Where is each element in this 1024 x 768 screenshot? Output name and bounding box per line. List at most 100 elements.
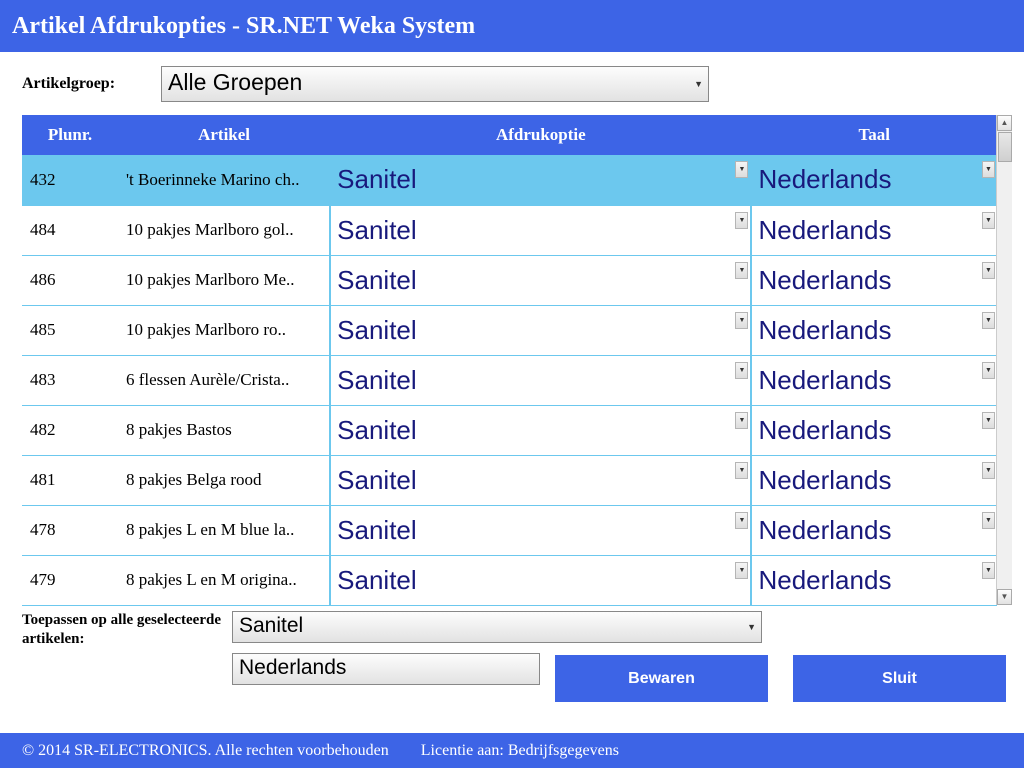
chevron-down-icon[interactable]: ▼: [735, 562, 748, 579]
cell-afdrukoptie[interactable]: Sanitel ▼: [330, 555, 751, 605]
cell-taal[interactable]: Nederlands▼: [751, 505, 997, 555]
vertical-scrollbar[interactable]: ▲ ▼: [996, 115, 1012, 605]
col-header-plunr[interactable]: Plunr.: [22, 115, 118, 155]
col-header-artikel[interactable]: Artikel: [118, 115, 330, 155]
cell-taal[interactable]: Nederlands ▼: [751, 255, 997, 305]
cell-afdrukoptie[interactable]: Sanitel ▼: [330, 355, 751, 405]
apply-taal-select[interactable]: Nederlands: [232, 653, 540, 685]
article-table: Plunr. Artikel Afdrukoptie Taal 432't Bo…: [22, 115, 997, 606]
table-row[interactable]: 4818 pakjes Belga roodSanitel▼Nederlands…: [22, 455, 997, 505]
table-row[interactable]: 48610 pakjes Marlboro Me..Sanitel▼Nederl…: [22, 255, 997, 305]
cell-taal[interactable]: Nederlands▼: [751, 355, 997, 405]
table-row[interactable]: 4788 pakjes L en M blue la..Sanitel ▼Nede…: [22, 505, 997, 555]
cell-taal[interactable]: Nederlands ▼: [751, 555, 997, 605]
cell-afdrukoptie[interactable]: Sanitel ▼: [330, 455, 751, 505]
chevron-down-icon[interactable]: ▼: [982, 161, 995, 178]
chevron-down-icon[interactable]: ▼: [735, 161, 748, 178]
cell-plunr: 483: [22, 355, 118, 405]
apply-label: Toepassen op alle geselecteerde artikele…: [22, 611, 222, 649]
cell-afdrukoptie[interactable]: Sanitel ▼: [330, 305, 751, 355]
cell-taal[interactable]: Nederlands▼: [751, 155, 997, 205]
scroll-thumb[interactable]: [998, 132, 1012, 162]
chevron-down-icon[interactable]: ▼: [982, 562, 995, 579]
table-header-row: Plunr. Artikel Afdrukoptie Taal: [22, 115, 997, 155]
chevron-down-icon[interactable]: ▼: [982, 512, 995, 529]
window-title-bar: Artikel Afdrukopties - SR.NET Weka Syste…: [0, 0, 1024, 52]
cell-afdrukoptie[interactable]: Sanitel ▼: [330, 155, 751, 205]
footer-license: Licentie aan: Bedrijfsgegevens: [421, 742, 619, 760]
cell-afdrukoptie[interactable]: Sanitel ▼: [330, 405, 751, 455]
chevron-down-icon[interactable]: ▼: [982, 262, 995, 279]
taal-value: Nederlands: [758, 415, 891, 446]
chevron-down-icon[interactable]: ▼: [982, 412, 995, 429]
artikelgroep-select[interactable]: Alle Groepen: [161, 66, 709, 102]
apply-afdrukoptie-value: Sanitel: [239, 614, 303, 637]
cell-afdrukoptie[interactable]: Sanitel ▼: [330, 255, 751, 305]
afdrukoptie-value: Sanitel: [337, 215, 417, 246]
cell-plunr: 479: [22, 555, 118, 605]
cell-artikel: 8 pakjes L en M origina..: [118, 555, 330, 605]
afdrukoptie-value: Sanitel: [337, 565, 417, 596]
cell-artikel: 8 pakjes L en M blue la..: [118, 505, 330, 555]
artikelgroep-label: Artikelgroep:: [22, 75, 115, 93]
filter-row: Artikelgroep: Alle Groepen ▼: [0, 52, 1024, 115]
taal-value: Nederlands: [758, 215, 891, 246]
chevron-down-icon[interactable]: ▼: [735, 512, 748, 529]
cell-afdrukoptie[interactable]: Sanitel ▼: [330, 205, 751, 255]
afdrukoptie-value: Sanitel: [337, 365, 417, 396]
table-row[interactable]: 48510 pakjes Marlboro ro..Sanitel ▼Nederl…: [22, 305, 997, 355]
cell-plunr: 478: [22, 505, 118, 555]
apply-afdrukoptie-select[interactable]: Sanitel: [232, 611, 762, 643]
footer-copyright: © 2014 SR-ELECTRONICS. Alle rechten voor…: [22, 742, 389, 760]
chevron-down-icon[interactable]: ▼: [982, 362, 995, 379]
chevron-down-icon[interactable]: ▼: [982, 462, 995, 479]
cell-artikel: 10 pakjes Marlboro Me..: [118, 255, 330, 305]
table-row[interactable]: 4828 pakjes BastosSanitel ▼ Nederlands ▼: [22, 405, 997, 455]
save-button[interactable]: Bewaren: [555, 655, 768, 702]
table-row[interactable]: 432't Boerinneke Marino ch..Sanitel▼Nede…: [22, 155, 997, 205]
chevron-down-icon[interactable]: ▼: [982, 212, 995, 229]
table-row[interactable]: 4836 flessen Aurèle/Crista..Sanitel ▼Nede…: [22, 355, 997, 405]
chevron-down-icon[interactable]: ▼: [735, 312, 748, 329]
afdrukoptie-value: Sanitel: [337, 315, 417, 346]
cell-plunr: 482: [22, 405, 118, 455]
afdrukoptie-value: Sanitel: [337, 265, 417, 296]
chevron-down-icon[interactable]: ▼: [735, 362, 748, 379]
cell-plunr: 484: [22, 205, 118, 255]
cell-artikel: 10 pakjes Marlboro ro..: [118, 305, 330, 355]
action-buttons: Bewaren Sluit: [555, 655, 1006, 702]
col-header-taal[interactable]: Taal: [751, 115, 997, 155]
chevron-down-icon[interactable]: ▼: [735, 412, 748, 429]
apply-taal-value: Nederlands: [239, 656, 346, 679]
afdrukoptie-value: Sanitel: [337, 415, 417, 446]
cell-artikel: 10 pakjes Marlboro gol..: [118, 205, 330, 255]
table-row[interactable]: 4798 pakjes L en M origina..Sanitel▼Nede…: [22, 555, 997, 605]
col-header-afdrukoptie[interactable]: Afdrukoptie: [330, 115, 751, 155]
afdrukoptie-value: Sanitel: [337, 465, 417, 496]
cell-afdrukoptie[interactable]: Sanitel ▼: [330, 505, 751, 555]
taal-value: Nederlands: [758, 465, 891, 496]
table-row[interactable]: 48410 pakjes Marlboro gol..Sanitel▼Neder…: [22, 205, 997, 255]
cell-taal[interactable]: Nederlands ▼: [751, 205, 997, 255]
cell-taal[interactable]: Nederlands▼: [751, 305, 997, 355]
taal-value: Nederlands: [758, 565, 891, 596]
footer-bar: © 2014 SR-ELECTRONICS. Alle rechten voor…: [0, 733, 1024, 768]
cell-artikel: 8 pakjes Bastos: [118, 405, 330, 455]
close-button[interactable]: Sluit: [793, 655, 1006, 702]
cell-artikel: 6 flessen Aurèle/Crista..: [118, 355, 330, 405]
scroll-up-icon[interactable]: ▲: [997, 115, 1012, 131]
chevron-down-icon[interactable]: ▼: [735, 212, 748, 229]
afdrukoptie-value: Sanitel: [337, 164, 417, 195]
scroll-down-icon[interactable]: ▼: [997, 589, 1012, 605]
taal-value: Nederlands: [758, 265, 891, 296]
cell-plunr: 485: [22, 305, 118, 355]
chevron-down-icon[interactable]: ▼: [735, 262, 748, 279]
cell-plunr: 486: [22, 255, 118, 305]
cell-artikel: 't Boerinneke Marino ch..: [118, 155, 330, 205]
artikelgroep-value: Alle Groepen: [168, 69, 302, 95]
chevron-down-icon[interactable]: ▼: [735, 462, 748, 479]
cell-taal[interactable]: Nederlands ▼: [751, 405, 997, 455]
afdrukoptie-value: Sanitel: [337, 515, 417, 546]
cell-taal[interactable]: Nederlands ▼: [751, 455, 997, 505]
chevron-down-icon[interactable]: ▼: [982, 312, 995, 329]
